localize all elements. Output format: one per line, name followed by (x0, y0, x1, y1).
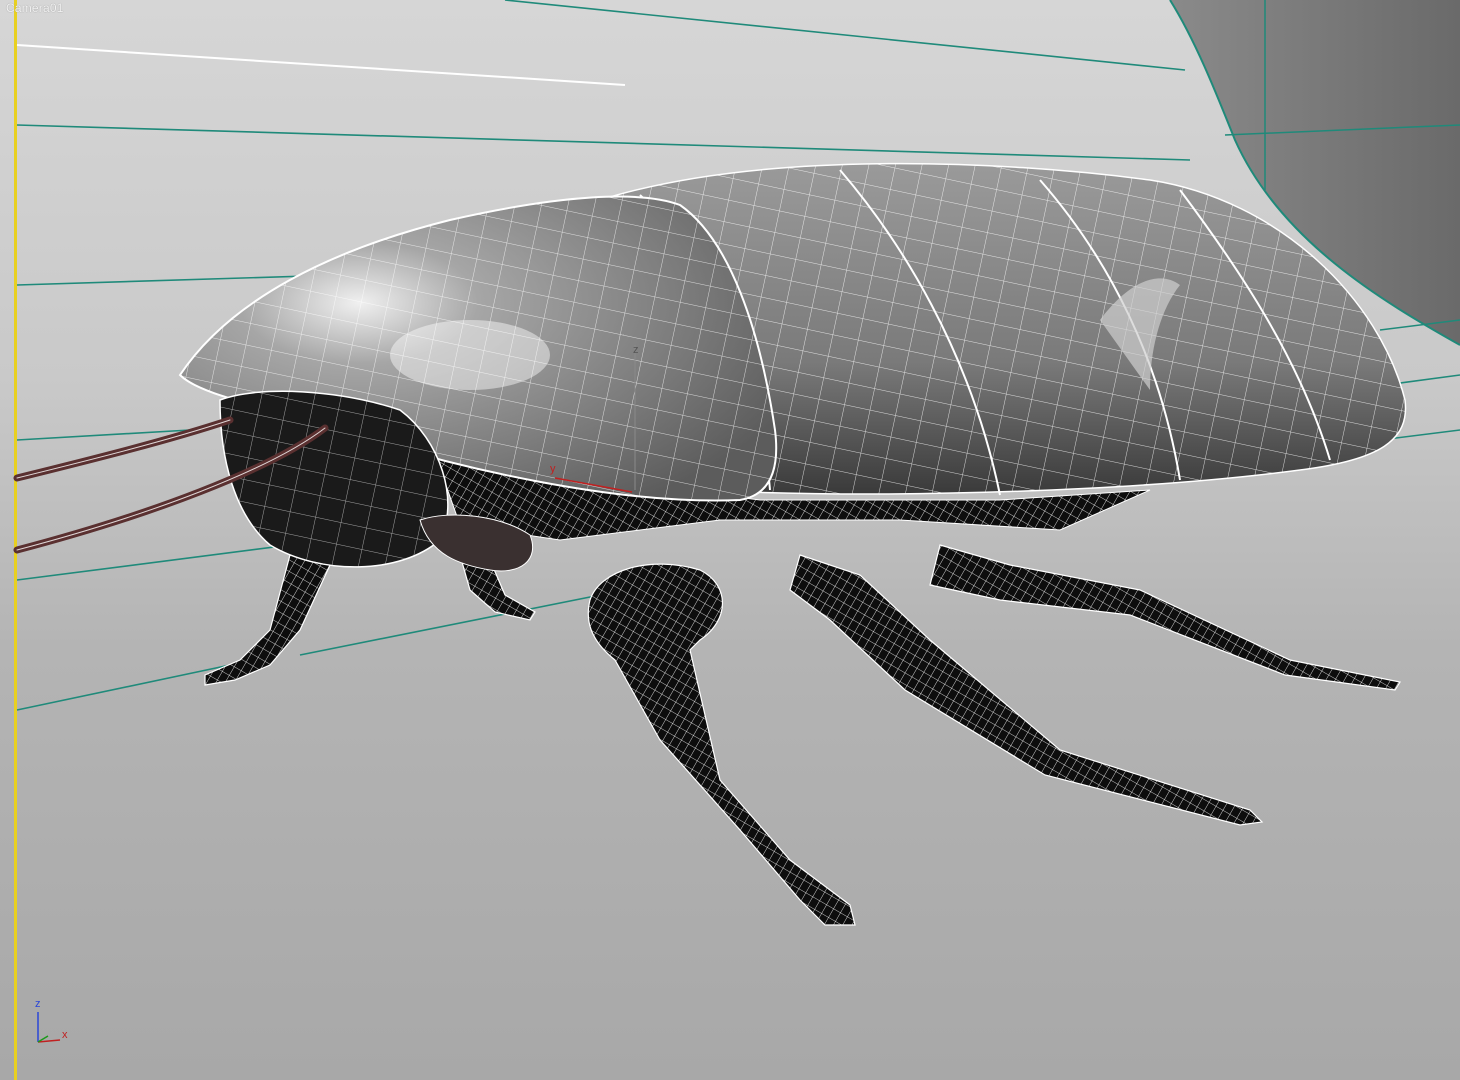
scene-render[interactable]: z y (0, 0, 1460, 1080)
leg-front-left (204, 554, 536, 686)
viewport-camera-label[interactable]: Camera01 (6, 1, 64, 15)
camera-viewport[interactable]: z y Camera01 z x (0, 0, 1460, 1080)
leg-rear-right (929, 544, 1401, 691)
x-axis-label: x (62, 1029, 68, 1041)
world-axis-gizmo: z x (35, 998, 68, 1043)
z-axis-label: z (35, 998, 41, 1010)
pivot-y-label: y (550, 463, 556, 475)
leg-front-right (587, 563, 856, 926)
light-ray (16, 44, 626, 86)
pivot-z-label: z (633, 344, 639, 356)
